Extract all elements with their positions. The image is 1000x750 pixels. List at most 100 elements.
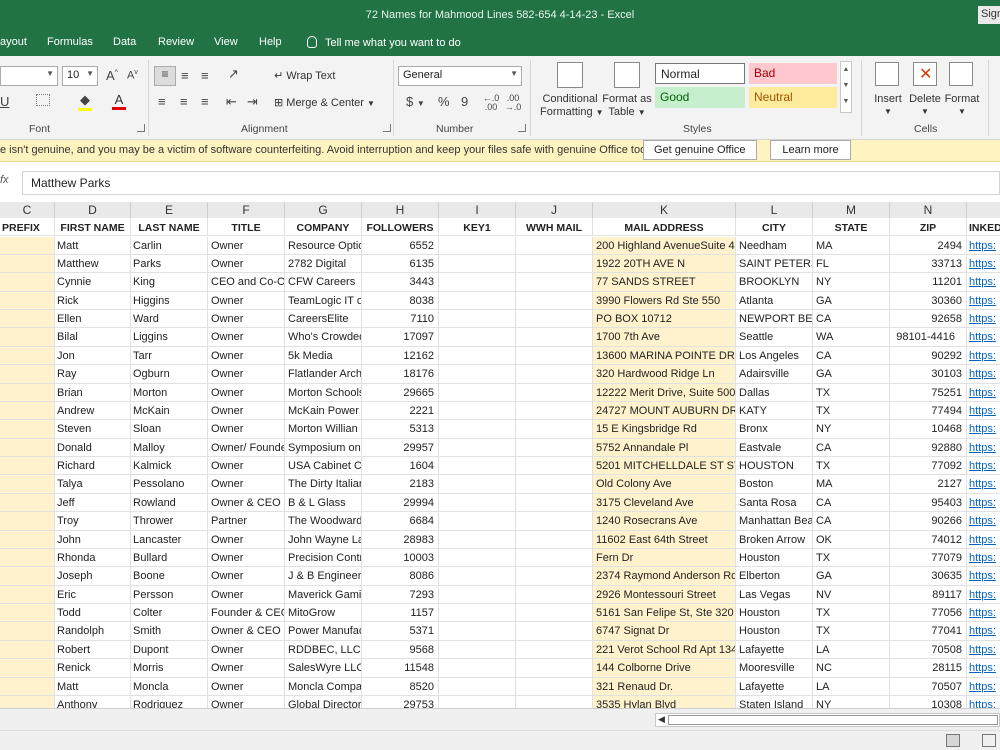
align-left-icon[interactable]: ≡ [158, 94, 166, 109]
table-cell[interactable]: 2782 Digital [285, 254, 362, 274]
table-cell[interactable]: CA [813, 346, 890, 366]
insert-button[interactable]: Insert ▼ [870, 93, 906, 117]
table-cell[interactable] [439, 310, 516, 329]
table-cell[interactable]: Eastvale [736, 438, 813, 458]
merge-center-button[interactable]: ⊞ Merge & Center ▼ [274, 96, 375, 109]
table-cell[interactable] [439, 604, 516, 623]
table-cell[interactable] [439, 659, 516, 678]
table-cell[interactable]: Bronx [736, 420, 813, 439]
table-cell[interactable] [0, 585, 55, 605]
table-cell[interactable]: 5752 Annandale Pl [593, 438, 736, 458]
table-cell[interactable] [439, 291, 516, 311]
format-as-table-icon[interactable] [614, 62, 640, 88]
table-cell[interactable]: Owner/ Founde [208, 438, 285, 458]
table-cell[interactable]: https: [967, 677, 1000, 696]
table-cell[interactable] [0, 383, 55, 402]
table-cell[interactable]: Boston [736, 475, 813, 494]
table-cell[interactable] [0, 365, 55, 384]
table-cell[interactable]: 18176 [362, 365, 439, 384]
table-cell[interactable] [516, 475, 593, 494]
table-cell[interactable]: Owner [208, 236, 285, 255]
table-cell[interactable]: 3990 Flowers Rd Ste 550 [593, 291, 736, 311]
table-cell[interactable]: Power Manufac [285, 622, 362, 641]
table-cell[interactable]: MitoGrow [285, 604, 362, 623]
decrease-indent-icon[interactable]: ⇤ [226, 94, 237, 110]
table-cell[interactable] [0, 677, 55, 696]
table-cell[interactable] [516, 585, 593, 605]
table-cell[interactable]: CA [813, 493, 890, 513]
table-cell[interactable]: Houston [736, 622, 813, 641]
table-cell[interactable]: Owner [208, 640, 285, 660]
table-cell[interactable] [516, 567, 593, 586]
borders-icon[interactable] [36, 94, 50, 106]
table-cell[interactable]: Matthew [55, 254, 131, 274]
header-cell[interactable]: KEY1 [439, 218, 516, 237]
table-cell[interactable] [439, 493, 516, 513]
table-cell[interactable] [516, 677, 593, 696]
table-cell[interactable]: Owner [208, 291, 285, 311]
table-cell[interactable]: 10003 [362, 548, 439, 568]
table-cell[interactable]: Santa Rosa [736, 493, 813, 513]
table-cell[interactable]: NY [813, 273, 890, 292]
insert-cells-icon[interactable] [875, 62, 899, 86]
table-cell[interactable]: WA [813, 328, 890, 347]
table-cell[interactable] [0, 604, 55, 623]
table-cell[interactable]: NEWPORT BEAC [736, 310, 813, 329]
conditional-formatting-icon[interactable] [557, 62, 583, 88]
header-cell[interactable]: CITY [736, 218, 813, 237]
table-cell[interactable]: Owner [208, 567, 285, 586]
table-cell[interactable]: 77041 [890, 622, 967, 641]
header-cell[interactable]: PREFIX [0, 218, 55, 237]
table-cell[interactable] [516, 548, 593, 568]
table-cell[interactable]: 6747 Signat Dr [593, 622, 736, 641]
table-cell[interactable]: Parks [131, 254, 208, 274]
table-cell[interactable]: Lafayette [736, 677, 813, 696]
header-cell[interactable]: TITLE [208, 218, 285, 237]
table-cell[interactable]: CFW Careers [285, 273, 362, 292]
table-cell[interactable] [0, 310, 55, 329]
font-dialog-launcher-icon[interactable] [137, 124, 145, 132]
percent-style-icon[interactable]: % [438, 94, 450, 109]
table-cell[interactable]: Resource Optio [285, 236, 362, 255]
table-cell[interactable]: 15 E Kingsbridge Rd [593, 420, 736, 439]
delete-button[interactable]: Delete ▼ [906, 93, 944, 117]
table-cell[interactable]: Matt [55, 236, 131, 255]
scroll-thumb[interactable] [668, 715, 998, 725]
table-cell[interactable]: Owner [208, 659, 285, 678]
table-cell[interactable]: 1240 Rosecrans Ave [593, 512, 736, 531]
table-cell[interactable]: 2494 [890, 236, 967, 255]
style-good[interactable]: Good [655, 87, 745, 108]
table-cell[interactable]: Owner [208, 254, 285, 274]
table-cell[interactable] [0, 328, 55, 347]
font-color-icon[interactable]: A [112, 92, 126, 110]
table-cell[interactable]: 77 SANDS STREET [593, 273, 736, 292]
table-cell[interactable]: https: [967, 548, 1000, 568]
header-cell[interactable]: FOLLOWERS [362, 218, 439, 237]
table-cell[interactable] [439, 273, 516, 292]
format-cells-icon[interactable] [949, 62, 973, 86]
table-cell[interactable]: BROOKLYN [736, 273, 813, 292]
table-cell[interactable]: Dupont [131, 640, 208, 660]
delete-cells-icon[interactable]: ✕ [913, 62, 937, 86]
table-cell[interactable] [516, 420, 593, 439]
table-cell[interactable]: Los Angeles [736, 346, 813, 366]
top-align-icon[interactable]: ≡ [154, 66, 176, 86]
table-cell[interactable]: Morton Willian [285, 420, 362, 439]
styles-scroll[interactable]: ▲ ▼ ▼ [840, 61, 852, 113]
table-cell[interactable]: Cynnie [55, 273, 131, 292]
table-cell[interactable]: 1700 7th Ave [593, 328, 736, 347]
table-cell[interactable]: Matt [55, 677, 131, 696]
table-cell[interactable]: 75251 [890, 383, 967, 402]
table-cell[interactable]: 200 Highland AvenueSuite 40 [593, 236, 736, 255]
tab-review[interactable]: Review [158, 36, 194, 48]
table-cell[interactable]: Robert [55, 640, 131, 660]
comma-style-icon[interactable]: 9 [461, 94, 468, 109]
table-cell[interactable]: Rick [55, 291, 131, 311]
table-cell[interactable]: 2926 Montessouri Street [593, 585, 736, 605]
table-cell[interactable]: TX [813, 401, 890, 421]
column-header[interactable]: D [55, 202, 131, 219]
table-cell[interactable]: Who's Crowded [285, 328, 362, 347]
table-cell[interactable]: McKain Power S [285, 401, 362, 421]
table-cell[interactable]: 5k Media [285, 346, 362, 366]
table-cell[interactable]: 8038 [362, 291, 439, 311]
